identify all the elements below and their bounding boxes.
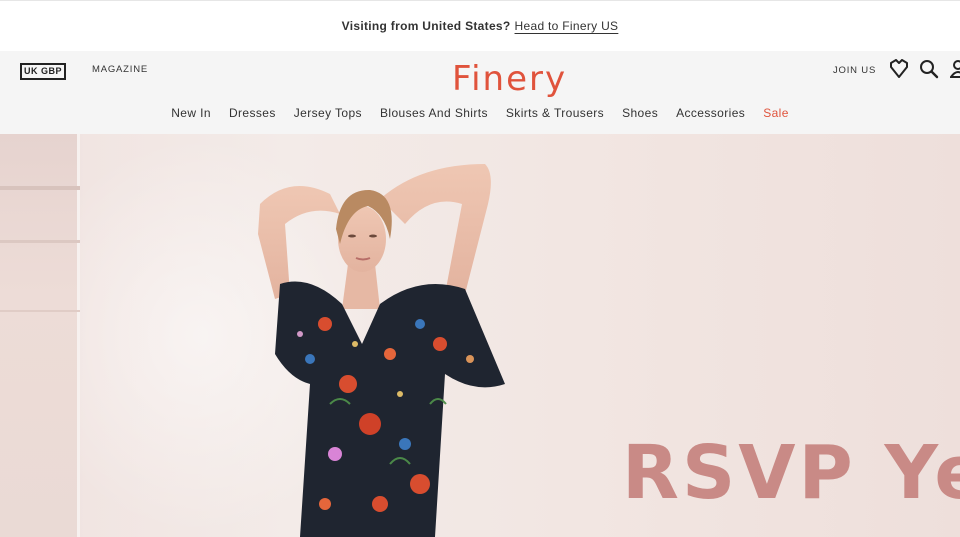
logo-text: Finery (452, 59, 567, 99)
user-icon[interactable] (950, 59, 960, 79)
hero-wall (0, 134, 80, 537)
join-us-link[interactable]: JOIN US (833, 65, 876, 76)
nav-item-skirts-trousers[interactable]: Skirts & Trousers (497, 106, 613, 120)
nav-item-new-in[interactable]: New In (162, 106, 220, 120)
hero-headline[interactable]: RSVP Yes (622, 430, 960, 516)
nav-item-sale[interactable]: Sale (754, 106, 798, 120)
nav-item-blouses-and-shirts[interactable]: Blouses And Shirts (371, 106, 497, 120)
head-to-us-link[interactable]: Head to Finery US (515, 19, 619, 33)
heart-icon[interactable] (888, 59, 910, 79)
hero-banner[interactable]: RSVP Yes (0, 134, 960, 537)
magazine-link[interactable]: MAGAZINE (92, 64, 148, 75)
model-image (230, 144, 530, 537)
search-icon[interactable] (919, 59, 939, 79)
geo-banner: Visiting from United States? Head to Fin… (0, 0, 960, 51)
nav-item-jersey-tops[interactable]: Jersey Tops (285, 106, 371, 120)
nav-item-shoes[interactable]: Shoes (613, 106, 667, 120)
nav-item-accessories[interactable]: Accessories (667, 106, 754, 120)
geo-banner-text: Visiting from United States? (341, 19, 511, 33)
main-nav: New In Dresses Jersey Tops Blouses And S… (0, 106, 960, 120)
currency-selector[interactable]: UK GBP (20, 63, 67, 80)
site-header: UK GBP MAGAZINE Finery JOIN US New In Dr… (0, 51, 960, 134)
nav-item-dresses[interactable]: Dresses (220, 106, 285, 120)
finery-logo[interactable]: Finery (450, 56, 574, 100)
